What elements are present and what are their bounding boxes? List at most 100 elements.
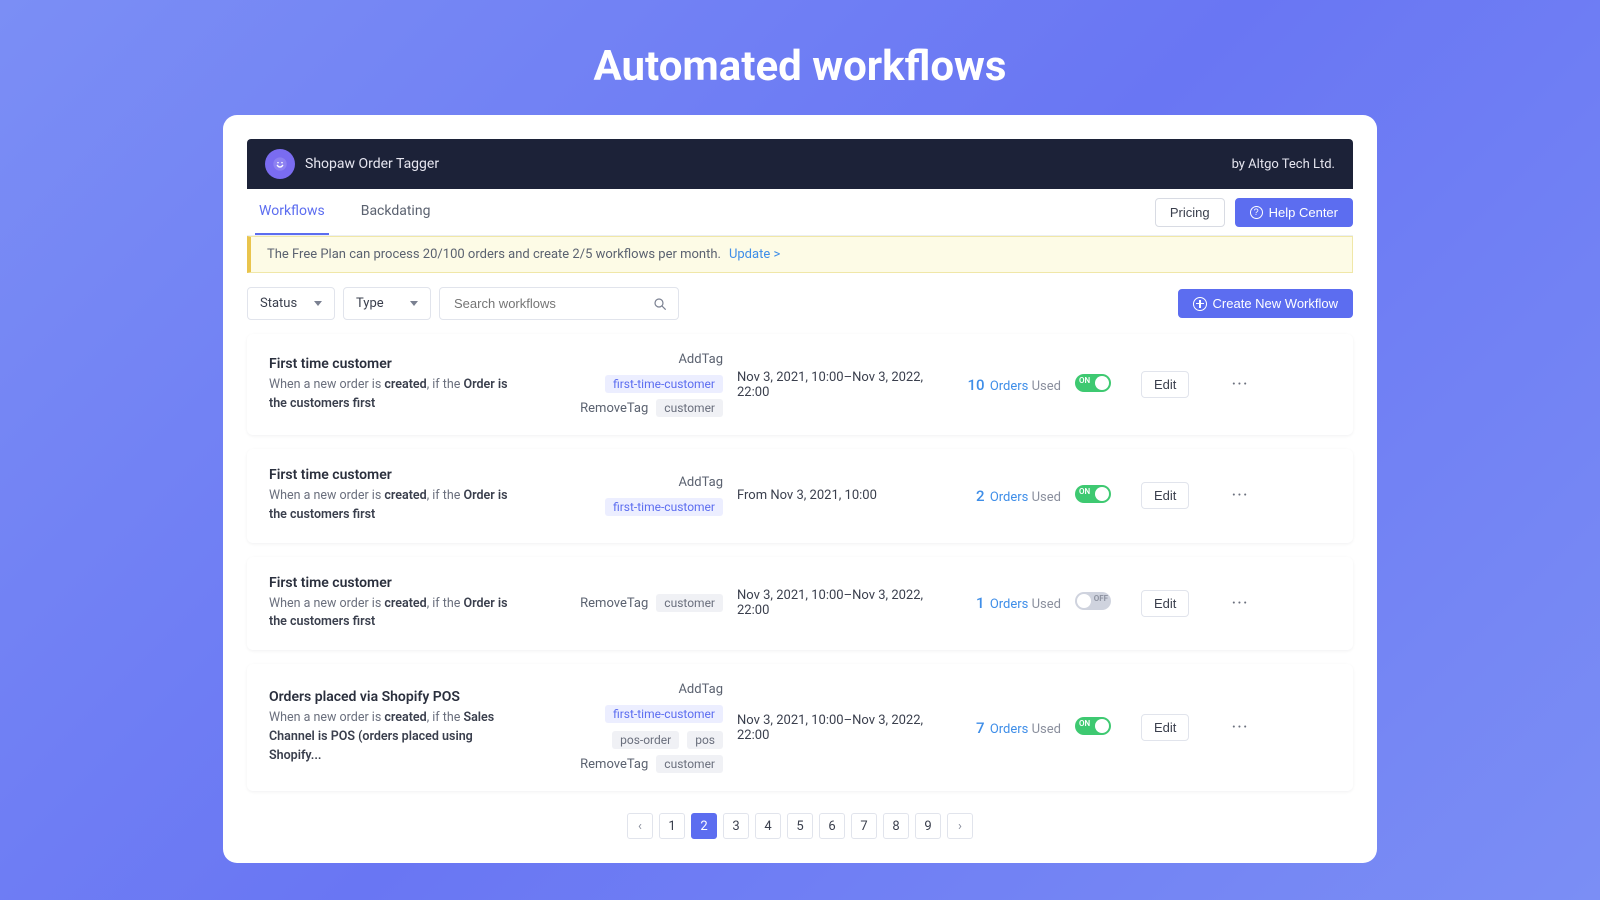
tab-backdating[interactable]: Backdating bbox=[357, 189, 435, 235]
pagination: ‹123456789› bbox=[247, 791, 1353, 839]
plus-icon bbox=[1193, 297, 1207, 311]
toggle-knob bbox=[1095, 719, 1109, 733]
pricing-button[interactable]: Pricing bbox=[1155, 198, 1225, 227]
status-filter-label: Status bbox=[260, 296, 297, 311]
workflow-card: First time customer When a new order is c… bbox=[247, 334, 1353, 435]
addtag-label: AddTag bbox=[653, 682, 723, 697]
more-actions-button[interactable]: ··· bbox=[1229, 374, 1251, 396]
type-filter-label: Type bbox=[356, 296, 384, 311]
workflow-tags: AddTag first-time-customer bbox=[533, 475, 723, 516]
workflow-description: When a new order is created, if the Orde… bbox=[269, 487, 519, 525]
workflow-title: First time customer bbox=[269, 356, 519, 372]
plan-notice: The Free Plan can process 20/100 orders … bbox=[247, 236, 1353, 273]
pagination-page[interactable]: 8 bbox=[883, 813, 909, 839]
pagination-page[interactable]: 9 bbox=[915, 813, 941, 839]
edit-button[interactable]: Edit bbox=[1141, 714, 1189, 741]
pagination-page[interactable]: 6 bbox=[819, 813, 845, 839]
workflow-date-range: From Nov 3, 2021, 10:00 bbox=[737, 488, 937, 503]
help-center-label: Help Center bbox=[1269, 205, 1338, 220]
toggle-label: ON bbox=[1079, 719, 1090, 728]
more-actions-button[interactable]: ··· bbox=[1229, 485, 1251, 507]
chevron-down-icon bbox=[314, 301, 322, 306]
workflow-card: First time customer When a new order is c… bbox=[247, 557, 1353, 651]
workflow-tags: AddTag first-time-customer pos-order pos Rem… bbox=[533, 682, 723, 773]
workflow-orders-used: 1 Orders Used bbox=[951, 594, 1061, 612]
status-filter[interactable]: Status bbox=[247, 287, 335, 320]
workflow-title: First time customer bbox=[269, 575, 519, 591]
workflow-toggle[interactable]: ON bbox=[1075, 374, 1111, 392]
app-bar: Shopaw Order Tagger by Altgo Tech Ltd. bbox=[247, 139, 1353, 189]
removetag-label: RemoveTag bbox=[578, 401, 648, 416]
app-publisher: by Altgo Tech Ltd. bbox=[1232, 157, 1335, 172]
workflow-tags: RemoveTag customer bbox=[533, 594, 723, 612]
toggle-knob bbox=[1077, 594, 1091, 608]
app-window: Shopaw Order Tagger by Altgo Tech Ltd. W… bbox=[223, 115, 1377, 863]
pagination-page[interactable]: 5 bbox=[787, 813, 813, 839]
pagination-page[interactable]: 7 bbox=[851, 813, 877, 839]
plan-notice-text: The Free Plan can process 20/100 orders … bbox=[267, 247, 721, 262]
workflow-toggle[interactable]: OFF bbox=[1075, 592, 1111, 610]
edit-button[interactable]: Edit bbox=[1141, 590, 1189, 617]
pagination-page[interactable]: 2 bbox=[691, 813, 717, 839]
workflow-card: First time customer When a new order is c… bbox=[247, 449, 1353, 543]
search-input[interactable] bbox=[450, 288, 652, 319]
edit-button[interactable]: Edit bbox=[1141, 371, 1189, 398]
workflow-card: Orders placed via Shopify POS When a new … bbox=[247, 664, 1353, 791]
addtag-label: AddTag bbox=[653, 352, 723, 367]
create-workflow-button[interactable]: Create New Workflow bbox=[1178, 289, 1353, 318]
workflow-tags: AddTag first-time-customer RemoveTag custom… bbox=[533, 352, 723, 417]
edit-button[interactable]: Edit bbox=[1141, 482, 1189, 509]
tab-workflows[interactable]: Workflows bbox=[255, 189, 329, 235]
app-name: Shopaw Order Tagger bbox=[305, 156, 439, 172]
chevron-down-icon bbox=[410, 301, 418, 306]
workflow-toggle[interactable]: ON bbox=[1075, 485, 1111, 503]
workflow-description: When a new order is created, if the Orde… bbox=[269, 595, 519, 633]
toggle-label: ON bbox=[1079, 376, 1090, 385]
workflow-date-range: Nov 3, 2021, 10:00–Nov 3, 2022, 22:00 bbox=[737, 370, 937, 400]
workflow-date-range: Nov 3, 2021, 10:00–Nov 3, 2022, 22:00 bbox=[737, 588, 937, 618]
help-center-button[interactable]: ? Help Center bbox=[1235, 198, 1353, 227]
nav-bar: Workflows Backdating Pricing ? Help Cent… bbox=[247, 189, 1353, 236]
help-icon: ? bbox=[1250, 206, 1263, 219]
tag-pill: customer bbox=[656, 594, 723, 612]
app-logo-icon bbox=[265, 149, 295, 179]
type-filter[interactable]: Type bbox=[343, 287, 431, 320]
workflow-title: First time customer bbox=[269, 467, 519, 483]
pagination-page[interactable]: 1 bbox=[659, 813, 685, 839]
removetag-label: RemoveTag bbox=[578, 596, 648, 611]
pagination-page[interactable]: 4 bbox=[755, 813, 781, 839]
pagination-page[interactable]: 3 bbox=[723, 813, 749, 839]
tag-pill: pos bbox=[687, 731, 723, 749]
removetag-label: RemoveTag bbox=[578, 757, 648, 772]
tag-pill: customer bbox=[656, 755, 723, 773]
workflow-date-range: Nov 3, 2021, 10:00–Nov 3, 2022, 22:00 bbox=[737, 713, 937, 743]
workflow-orders-used: 10 Orders Used bbox=[951, 376, 1061, 394]
toggle-label: OFF bbox=[1094, 594, 1108, 603]
pagination-prev[interactable]: ‹ bbox=[627, 813, 653, 839]
toggle-label: ON bbox=[1079, 487, 1090, 496]
workflow-description: When a new order is created, if the Sale… bbox=[269, 709, 519, 765]
workflow-orders-used: 7 Orders Used bbox=[951, 719, 1061, 737]
pagination-next[interactable]: › bbox=[947, 813, 973, 839]
workflow-description: When a new order is created, if the Orde… bbox=[269, 376, 519, 414]
toggle-knob bbox=[1095, 376, 1109, 390]
toggle-knob bbox=[1095, 487, 1109, 501]
addtag-label: AddTag bbox=[653, 475, 723, 490]
workflow-title: Orders placed via Shopify POS bbox=[269, 689, 519, 705]
more-actions-button[interactable]: ··· bbox=[1229, 592, 1251, 614]
workflow-toggle[interactable]: ON bbox=[1075, 717, 1111, 735]
tag-pill: first-time-customer bbox=[605, 705, 723, 723]
workflow-list: First time customer When a new order is c… bbox=[247, 334, 1353, 791]
tag-pill: first-time-customer bbox=[605, 498, 723, 516]
create-workflow-label: Create New Workflow bbox=[1213, 296, 1338, 311]
tag-pill: first-time-customer bbox=[605, 375, 723, 393]
page-title: Automated workflows bbox=[0, 0, 1600, 115]
tag-pill: customer bbox=[656, 399, 723, 417]
update-link[interactable]: Update > bbox=[729, 247, 780, 262]
more-actions-button[interactable]: ··· bbox=[1229, 717, 1251, 739]
workflow-orders-used: 2 Orders Used bbox=[951, 487, 1061, 505]
tag-pill: pos-order bbox=[612, 731, 679, 749]
search-box[interactable] bbox=[439, 287, 679, 320]
search-icon bbox=[652, 296, 668, 312]
toolbar: Status Type Create New Workflow bbox=[247, 273, 1353, 334]
